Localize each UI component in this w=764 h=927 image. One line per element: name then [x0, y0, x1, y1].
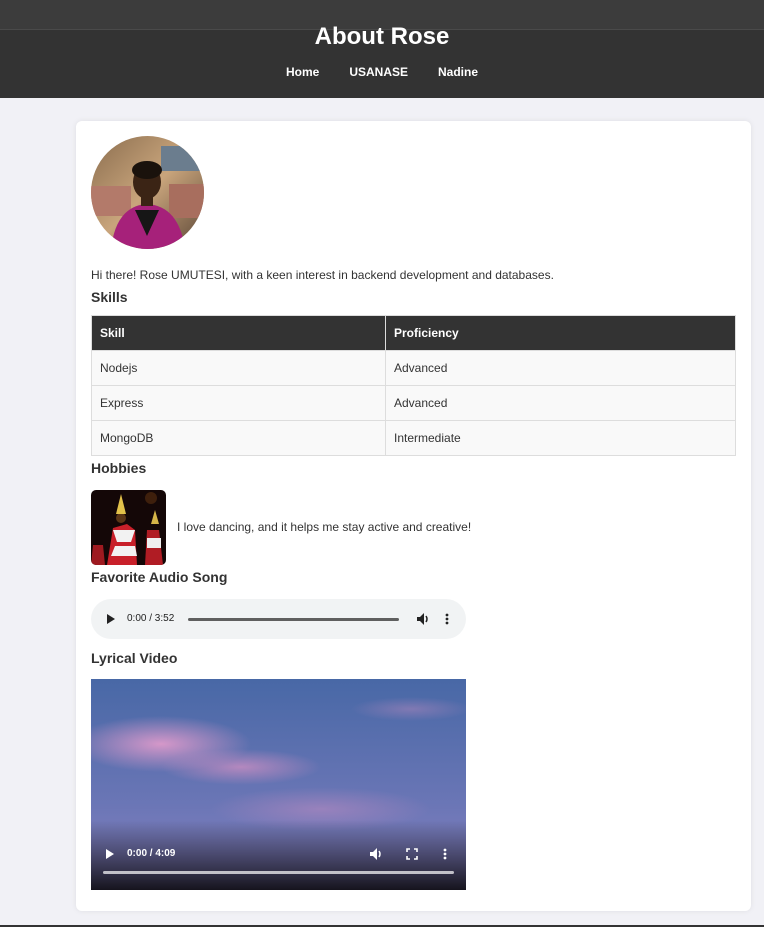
- avatar: [91, 136, 204, 249]
- video-progress-bar[interactable]: [103, 871, 454, 874]
- hobby-image: [91, 490, 166, 565]
- more-options-icon[interactable]: [444, 612, 450, 626]
- proficiency-cell: Advanced: [385, 350, 736, 386]
- audio-heading: Favorite Audio Song: [91, 569, 228, 585]
- video-player[interactable]: 0:00 / 4:09: [91, 679, 466, 890]
- volume-icon[interactable]: [416, 612, 430, 626]
- table-row: MongoDB Intermediate: [91, 420, 736, 456]
- skills-heading: Skills: [91, 289, 128, 305]
- proficiency-cell: Intermediate: [385, 420, 736, 456]
- table-header-skill: Skill: [91, 315, 386, 351]
- play-icon[interactable]: [105, 848, 115, 860]
- profile-photo-icon: [91, 136, 204, 249]
- proficiency-cell: Advanced: [385, 385, 736, 421]
- table-row: Express Advanced: [91, 385, 736, 421]
- video-heading: Lyrical Video: [91, 650, 178, 666]
- main-nav: Home USANASE Nadine: [0, 65, 764, 79]
- nav-link-home[interactable]: Home: [286, 65, 319, 79]
- audio-time: 0:00 / 3:52: [127, 613, 175, 624]
- fullscreen-icon[interactable]: [405, 847, 419, 861]
- hobby-text: I love dancing, and it helps me stay act…: [177, 520, 472, 534]
- volume-icon[interactable]: [369, 847, 383, 861]
- video-time: 0:00 / 4:09: [127, 848, 176, 859]
- skill-cell: Nodejs: [91, 350, 386, 386]
- profile-card: Hi there! Rose UMUTESI, with a keen inte…: [76, 121, 751, 911]
- audio-player[interactable]: 0:00 / 3:52: [91, 599, 466, 639]
- page-title: About Rose: [314, 23, 450, 50]
- table-row: Nodejs Advanced: [91, 350, 736, 386]
- page-header: About Rose Home USANASE Nadine: [0, 0, 764, 98]
- skill-cell: MongoDB: [91, 420, 386, 456]
- nav-link-usanase[interactable]: USANASE: [349, 65, 408, 79]
- skills-table: Skill Proficiency Nodejs Advanced Expres…: [91, 315, 736, 456]
- more-options-icon[interactable]: [442, 847, 448, 861]
- nav-link-nadine[interactable]: Nadine: [438, 65, 478, 79]
- skill-cell: Express: [91, 385, 386, 421]
- dancers-photo-icon: [91, 490, 166, 565]
- play-icon[interactable]: [106, 613, 116, 625]
- intro-text: Hi there! Rose UMUTESI, with a keen inte…: [91, 268, 554, 282]
- table-header-row: Skill Proficiency: [91, 315, 736, 351]
- hobbies-heading: Hobbies: [91, 460, 147, 476]
- audio-progress-track[interactable]: [188, 618, 399, 621]
- table-header-proficiency: Proficiency: [385, 315, 736, 351]
